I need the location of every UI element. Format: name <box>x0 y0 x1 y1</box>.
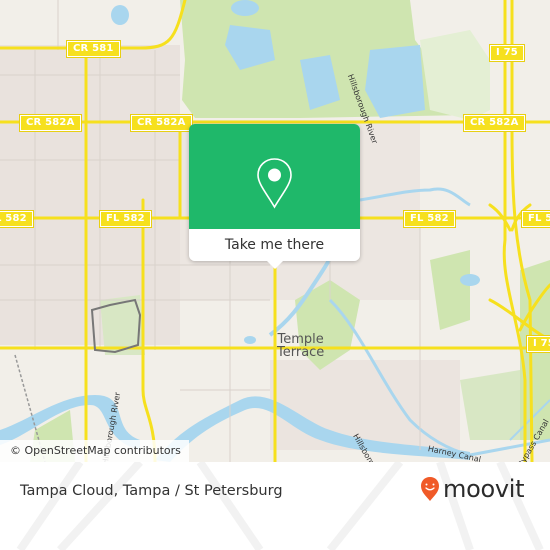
popup-header <box>189 124 360 229</box>
pond-1 <box>244 336 256 344</box>
road-shield-fl582-far-west: FL 582 <box>0 210 34 228</box>
park-southeast <box>460 370 520 440</box>
place-label-temple-terrace: Temple Terrace <box>277 333 324 359</box>
lake-nw <box>111 5 129 25</box>
moovit-wordmark: moovit <box>443 475 525 503</box>
road-shield-i75-south: I 75 <box>526 335 550 353</box>
place-label-line2: Terrace <box>277 345 325 360</box>
road-shield-cr582a-west: CR 582A <box>19 114 82 132</box>
map-view[interactable]: CR 581 CR 582A CR 582A CR 582A I 75 I 75… <box>0 0 550 462</box>
park-usf <box>100 295 145 355</box>
map-attribution[interactable]: © OpenStreetMap contributors <box>0 440 189 462</box>
road-shield-cr582a-center: CR 582A <box>130 114 193 132</box>
map-pin-icon <box>257 158 292 209</box>
park-east <box>430 250 470 330</box>
park-northeast <box>420 30 490 120</box>
place-name: Tampa Cloud, Tampa / St Petersburg <box>20 483 283 499</box>
road-shield-fl582-east: FL 582 <box>403 210 456 228</box>
road-shield-fl582-west: FL 582 <box>99 210 152 228</box>
lake-top <box>231 0 259 16</box>
road-shield-cr581: CR 581 <box>66 40 121 58</box>
road-shield-i75-north: I 75 <box>489 44 525 62</box>
road-shield-fl582-far-east: FL 58 <box>521 210 550 228</box>
location-popup[interactable]: Take me there <box>189 124 360 269</box>
take-me-there-button[interactable]: Take me there <box>189 229 360 261</box>
footer-bar: Tampa Cloud, Tampa / St Petersburg moovi… <box>0 462 550 550</box>
road-shield-cr582a-east: CR 582A <box>463 114 526 132</box>
moovit-smiley-pin-icon <box>421 477 439 501</box>
moovit-logo[interactable]: moovit <box>420 475 525 503</box>
pond-2 <box>460 274 480 286</box>
popup-pointer <box>267 261 283 269</box>
